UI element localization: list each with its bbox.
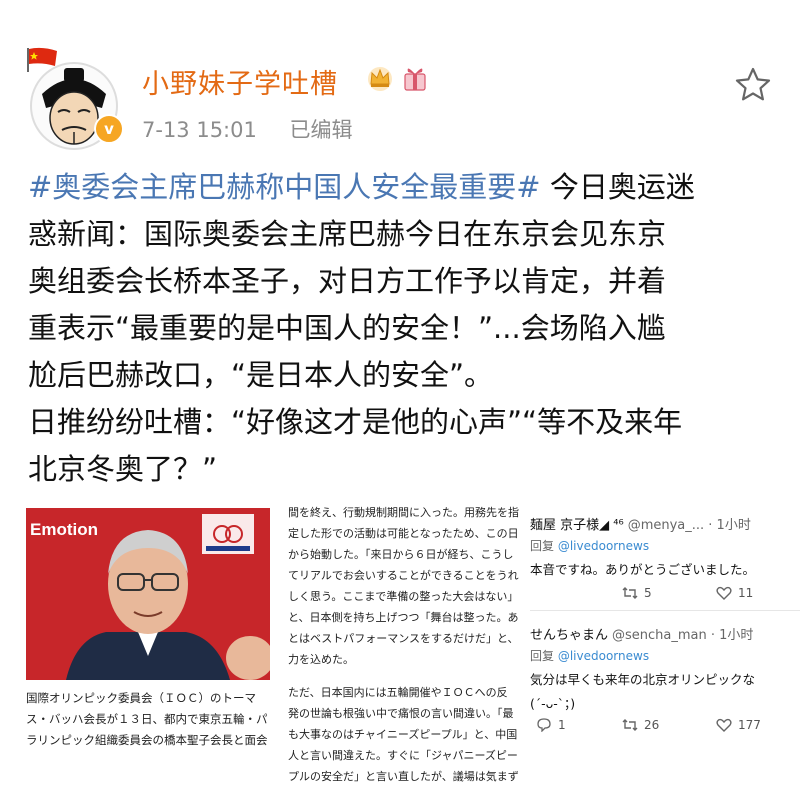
tweet-text: 気分は早くも来年の北京オリンピックな [530,672,756,687]
avatar[interactable]: v [24,44,132,152]
bach-photo: Emotion [26,508,270,680]
article-line: とはベストパフォーマンスをするだけだ」と、 [288,632,519,645]
caption-line: ラリンピック組織委員会の橋本聖子会長と面会 [26,733,268,747]
article-line: てリアルでお会いすることができることをうれ [288,569,519,582]
tweet-user-line: せんちゃまん @sencha_man · 1小时 [530,624,800,643]
article-line: 人と言い間違えた。すぐに「ジャパニーズピー [288,749,518,762]
post-line: 惑新闻：国际奥委会主席巴赫今日在东京会见东京 [28,217,667,251]
retweet-count-group: 5 [622,586,652,600]
gift-icon [404,68,426,91]
tweet-text: 本音ですね。ありがとうございました。 [530,562,756,577]
heart-icon [716,586,732,600]
article-line: も大事なのはチャイニーズピープル」と、中国 [288,728,518,741]
article-line: 間を終え、行動規制期間に入った。用務先を指 [288,506,519,519]
article-line: から始動した。「来日から６日が経ち、こうし [288,548,514,561]
tweet-1: 麺屋 京子様◢ ⁴⁶ @menya_... · 1小时 回复 @livedoorn… [530,514,800,578]
retweet-count-group: 26 [622,718,659,732]
post-line: 尬后巴赫改口，“是日本人的安全”。 [28,358,494,392]
article-text: 間を終え、行動規制期間に入った。用務先を指 定した形での活動は可能となったため、… [288,502,528,787]
retweet-icon [622,587,638,599]
like-count: 11 [738,586,754,600]
post-line: 重表示“最重要的是中国人的安全！”...会场陷入尴 [28,311,666,345]
like-count-group: 11 [716,586,753,600]
tweet-user: 麺屋 京子様◢ ⁴⁶ [530,518,624,533]
tweet-reply-line: 回复 @livedoornews [530,647,800,664]
post-line: #奥委会主席巴赫称中国人安全最重要# 今日奥运迷 [28,164,778,211]
crown-icon [368,67,392,91]
post-line: 奥组委会长桥本圣子，对日方工作予以肯定，并着 [28,264,667,298]
article-line: ただ、日本国内には五輪開催やＩＯＣへの反 [288,686,508,699]
username[interactable]: 小野妹子学吐槽 [142,62,338,101]
like-count-group: 177 [716,718,761,732]
post-line: 北京冬奥了？” [28,452,218,486]
tweet-user-line: 麺屋 京子様◢ ⁴⁶ @menya_... · 1小时 [530,514,800,533]
post-text: 今日奥运迷 [540,170,695,204]
retweet-count: 26 [644,718,660,732]
post-header: v 小野妹子学吐槽 7-13 15:01 已编辑 [0,0,800,150]
favorite-star-icon[interactable] [734,66,772,102]
post-body: #奥委会主席巴赫称中国人安全最重要# 今日奥运迷 惑新闻：国际奥委会主席巴赫今日… [28,164,778,493]
tweet-reply-line: 回复 @livedoornews [530,537,800,554]
reply-count-group: 1 [536,718,566,732]
article-line: 定した形での活動は可能となったため、この日 [288,527,519,540]
post-time: 7-13 15:01 [142,118,257,142]
post-meta: 7-13 15:01 已编辑 [142,114,353,144]
retweet-icon [622,719,638,731]
post-line: 日推纷纷吐槽：“好像这才是他的心声”“等不及来年 [28,405,683,439]
article-line: と、日本側を持ち上げつつ「舞台は整った。あ [288,611,519,624]
article-line: しく思う。ここまで準備の整った大会はない」 [288,590,519,603]
news-clipping-image[interactable]: Emotion 国際オリンピック委員会（ＩＯＣ）のトーマ ス・バッハ会長が１３日… [26,502,526,783]
reply-prefix: 回复 [530,539,555,553]
caption-line: ス・バッハ会長が１３日、都内で東京五輪・パ [26,712,268,726]
verified-badge-icon: v [94,114,124,144]
tweet-2: せんちゃまん @sencha_man · 1小时 回复 @livedoornews… [530,624,800,712]
tweet-user: せんちゃまん [530,628,609,643]
photo-illustration [66,514,270,680]
edited-label: 已编辑 [289,118,353,142]
reply-to-link: @livedoornews [557,539,650,553]
article-line: 力を込めた。 [288,653,354,666]
tweet-text-line2: (´-ᴗ-`；) [530,696,576,711]
retweet-count: 5 [644,586,652,600]
heart-icon [716,718,732,732]
caption-line: 国際オリンピック委員会（ＩＯＣ）のトーマ [26,691,256,705]
like-count: 177 [738,718,761,732]
tweet-divider [530,610,800,611]
article-line: プルの安全だ」と言い直したが、議場は気まず [288,770,519,783]
reply-icon [537,718,551,732]
reply-to-link: @livedoornews [557,649,650,663]
reply-prefix: 回复 [530,649,555,663]
photo-caption: 国際オリンピック委員会（ＩＯＣ）のトーマ ス・バッハ会長が１３日、都内で東京五輪… [26,688,270,751]
tweets-screenshot[interactable]: 麺屋 京子様◢ ⁴⁶ @menya_... · 1小时 回复 @livedoorn… [530,502,800,772]
hashtag-link[interactable]: #奥委会主席巴赫称中国人安全最重要# [28,170,541,204]
article-line: 発の世論も根強い中で痛恨の言い間違い。「最 [288,707,514,720]
reply-count: 1 [558,718,566,732]
tweet-handle: @sencha_man · 1小时 [612,628,754,643]
tweet-handle: @menya_... · 1小时 [627,518,751,533]
